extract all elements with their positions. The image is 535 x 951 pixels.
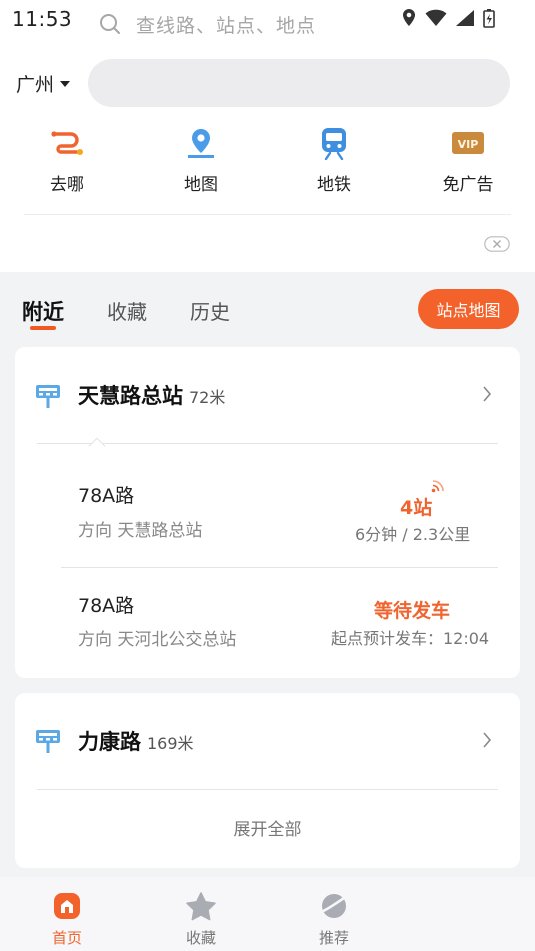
quick-entry-metro[interactable]: 地铁 — [289, 126, 379, 195]
search-placeholder: 查线路、站点、地点 — [136, 15, 317, 37]
realtime-signal-icon — [431, 478, 445, 497]
arrival-status: 等待发车 — [374, 600, 451, 622]
city-label: 广州 — [16, 74, 55, 96]
stop-distance: 169米 — [147, 734, 194, 753]
status-time: 11:53 — [12, 7, 73, 31]
tab-history[interactable]: 历史 — [190, 296, 230, 325]
route-name: 78A路 — [78, 485, 135, 507]
nav-label: 收藏 — [185, 929, 216, 947]
arrival-stops: 4站 — [400, 497, 433, 519]
bottom-nav: 首页 收藏 推荐 — [0, 877, 535, 951]
divider-notch — [88, 437, 106, 455]
expand-all-button[interactable]: 展开全部 — [15, 815, 520, 840]
stop-name: 力康路 — [78, 730, 141, 754]
arrival-detail: 6分钟 / 2.3公里 — [355, 525, 471, 544]
stop-header[interactable]: 力康路 169米 — [78, 726, 194, 756]
city-selector[interactable]: 广州 — [16, 70, 71, 97]
quick-entry-label: 地图 — [184, 175, 218, 195]
search-input[interactable] — [88, 59, 510, 107]
home-icon — [32, 889, 102, 923]
divider — [37, 789, 498, 790]
battery-icon — [483, 8, 495, 28]
quick-entry-label: 免广告 — [442, 175, 494, 195]
search-icon — [98, 12, 122, 40]
stop-name: 天慧路总站 — [78, 384, 183, 408]
caret-down-icon — [60, 80, 71, 87]
close-ad-icon[interactable] — [484, 236, 510, 256]
route-direction: 方向 天河北公交总站 — [78, 630, 237, 650]
quick-entry-label: 去哪 — [50, 175, 84, 195]
route-icon — [22, 126, 112, 160]
chevron-right-icon[interactable] — [482, 731, 492, 753]
metro-icon — [289, 126, 379, 160]
quick-entry-where[interactable]: 去哪 — [22, 126, 112, 195]
stop-card: 力康路 169米 展开全部 — [15, 693, 520, 868]
stop-header[interactable]: 天慧路总站 72米 — [78, 380, 225, 410]
map-pin-icon — [156, 126, 246, 160]
route-direction: 方向 天慧路总站 — [78, 521, 203, 541]
bus-stop-sign-icon — [35, 383, 61, 413]
cell-signal-icon — [455, 9, 475, 27]
divider — [37, 443, 498, 444]
departure-time: 起点预计发车：12:04 — [331, 629, 490, 648]
quick-entry-map[interactable]: 地图 — [156, 126, 246, 195]
chevron-right-icon[interactable] — [482, 385, 492, 407]
quick-entry-label: 地铁 — [317, 175, 351, 195]
nav-label: 推荐 — [318, 929, 349, 947]
stop-distance: 72米 — [189, 388, 226, 407]
vip-icon: VIP — [423, 126, 513, 160]
nav-label: 首页 — [51, 929, 82, 947]
tab-nearby[interactable]: 附近 — [22, 296, 64, 326]
wifi-icon — [425, 9, 447, 27]
bus-stop-sign-icon — [35, 728, 61, 758]
nav-home[interactable]: 首页 — [32, 889, 102, 948]
svg-text:VIP: VIP — [458, 138, 479, 151]
divider — [61, 567, 498, 568]
location-icon — [401, 8, 417, 28]
star-icon — [166, 889, 236, 923]
stop-card: 天慧路总站 72米 78A路 方向 天慧路总站 4站 6分钟 / 2.3公里 78… — [15, 347, 520, 678]
tab-favorites[interactable]: 收藏 — [107, 296, 147, 325]
station-map-button[interactable]: 站点地图 — [418, 289, 519, 329]
planet-icon — [299, 889, 369, 923]
quick-entry-no-ads[interactable]: VIP 免广告 — [423, 126, 513, 195]
route-name: 78A路 — [78, 595, 135, 617]
divider — [24, 214, 511, 215]
nav-recommend[interactable]: 推荐 — [299, 889, 369, 948]
status-icons — [401, 8, 495, 28]
nav-favorites[interactable]: 收藏 — [166, 889, 236, 948]
tab-active-indicator — [30, 326, 56, 330]
